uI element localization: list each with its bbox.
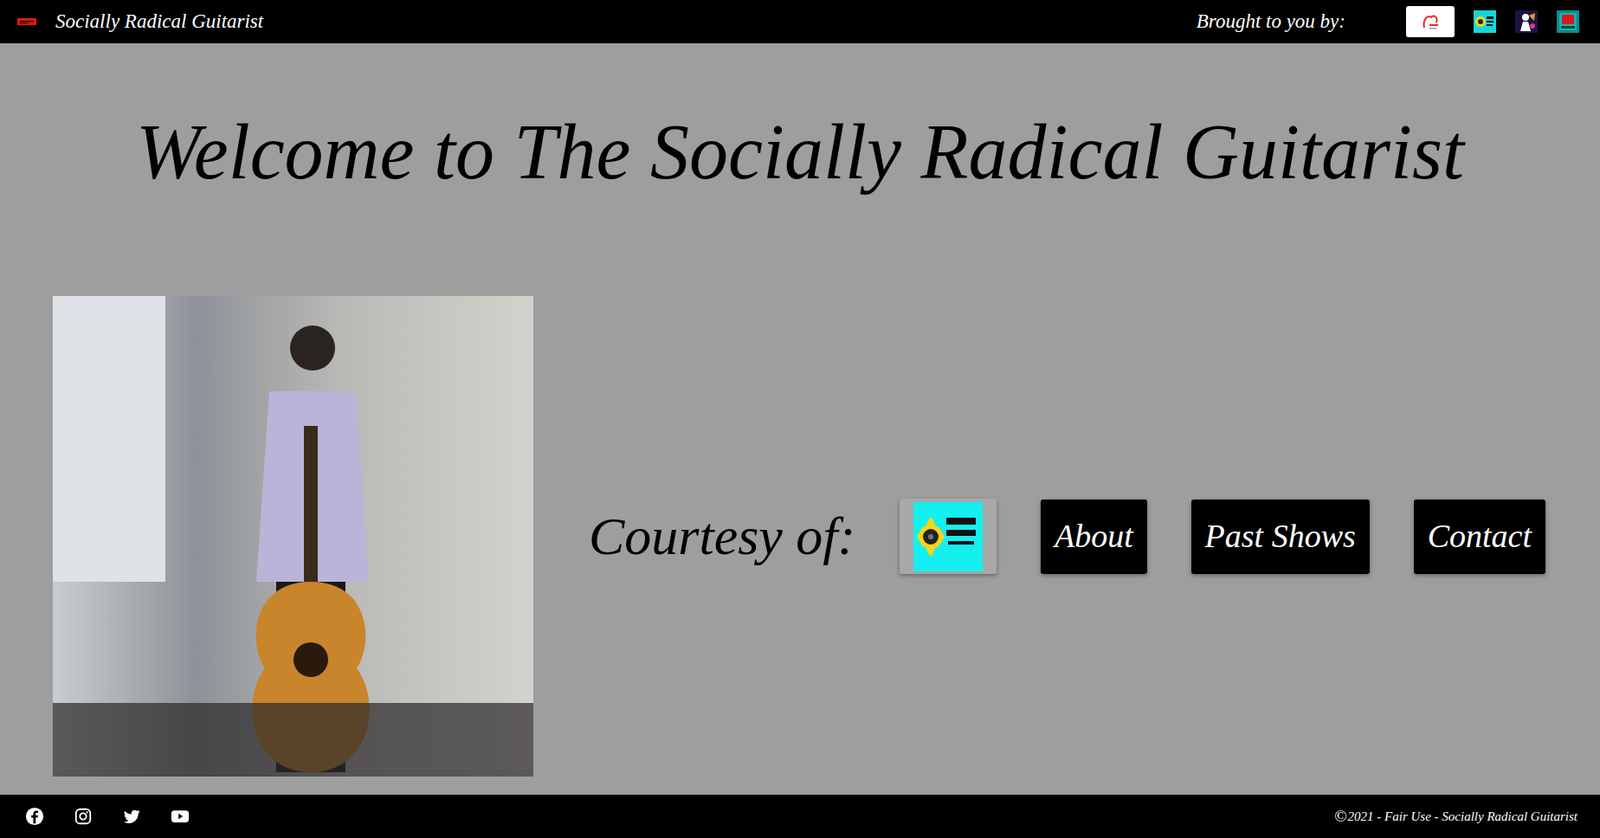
brand-group[interactable]: Socially Radical Guitarist <box>17 6 264 38</box>
courtesy-row: Courtesy of: About Past Shows Contact <box>588 296 1546 777</box>
sponsor-link[interactable] <box>1406 6 1455 38</box>
instagram-icon[interactable] <box>73 806 93 826</box>
photo-figure <box>52 296 534 777</box>
courtesy-label: Courtesy of: <box>588 503 856 568</box>
copyright-text: 2021 - Fair Use - Socially Radical Guita… <box>1348 806 1578 827</box>
sponsor-logos <box>1406 6 1580 38</box>
facebook-icon[interactable] <box>25 806 45 826</box>
guitarist-photo <box>52 296 534 777</box>
youtube-icon[interactable] <box>170 806 190 826</box>
copyright-notice: ©2021 - Fair Use - Socially Radical Guit… <box>1334 804 1578 830</box>
site-logo-icon[interactable] <box>17 17 37 26</box>
copyright-symbol: © <box>1334 804 1347 830</box>
sponsors-label: Brought to you by: <box>1196 6 1346 38</box>
content-row: Courtesy of: About Past Shows Contact <box>0 199 1600 794</box>
page-heading: Welcome to The Socially Radical Guitaris… <box>0 43 1600 200</box>
footer-bar: ©2021 - Fair Use - Socially Radical Guit… <box>0 794 1600 838</box>
twitter-icon[interactable] <box>122 806 142 826</box>
ckms-sponsor-icon[interactable] <box>1473 10 1497 33</box>
sponsors-group: Brought to you by: <box>1196 6 1580 38</box>
ckms-link[interactable] <box>899 498 997 575</box>
nav-button[interactable]: Past Shows <box>1191 499 1370 575</box>
ckms-logo-icon[interactable] <box>913 502 983 572</box>
brand-link[interactable]: Socially Radical Guitarist <box>55 6 264 38</box>
nav-button[interactable]: About <box>1040 499 1148 575</box>
top-navbar: Socially Radical Guitarist Brought to you… <box>0 0 1600 44</box>
radio-logo-icon[interactable] <box>1556 10 1580 33</box>
performer-logo-icon[interactable] <box>1515 10 1538 33</box>
madc-logo-icon[interactable] <box>1419 10 1442 33</box>
main-area: Welcome to The Socially Radical Guitaris… <box>0 43 1600 795</box>
social-links <box>25 806 190 826</box>
nav-button[interactable]: Contact <box>1413 499 1546 575</box>
